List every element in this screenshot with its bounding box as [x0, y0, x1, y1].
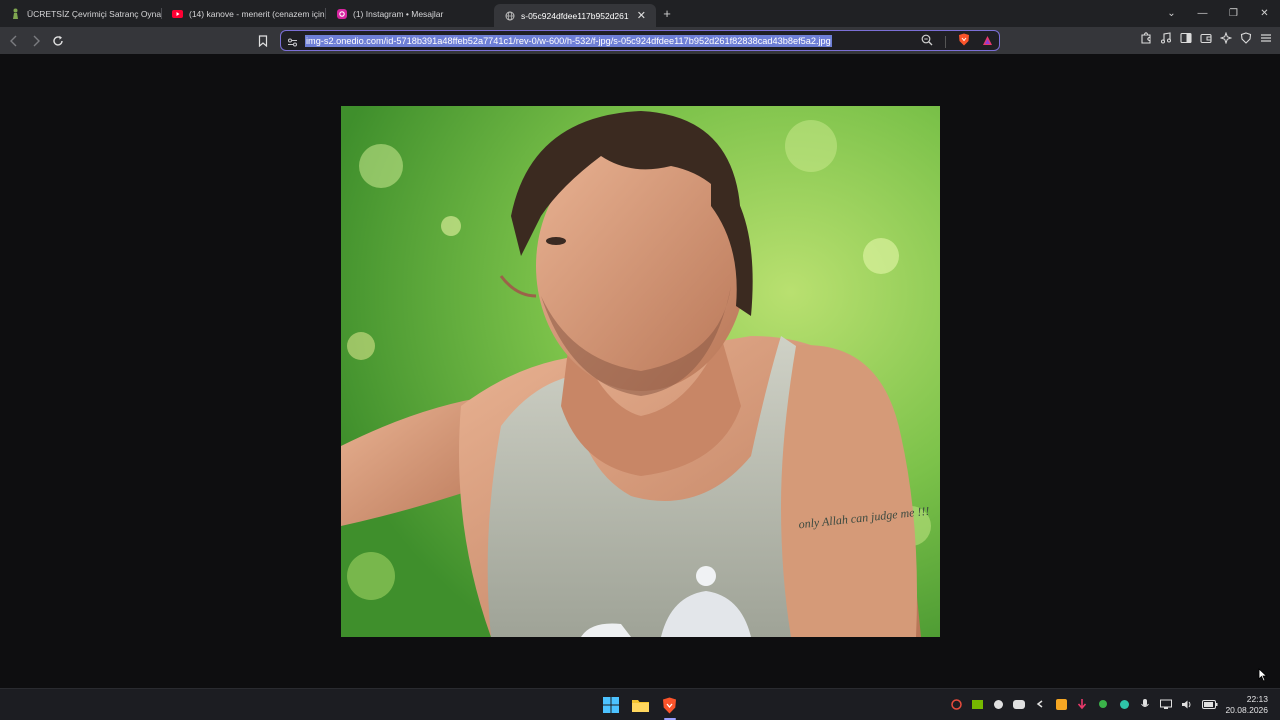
brave-rewards-icon[interactable]	[982, 33, 993, 51]
bookmark-icon[interactable]	[258, 34, 268, 52]
battery-icon[interactable]	[1202, 698, 1218, 710]
restore-icon[interactable]: ❐	[1218, 8, 1249, 19]
download-manager-icon[interactable]	[1076, 698, 1088, 710]
image-viewer: only Allah can judge me !!!	[0, 54, 1280, 688]
defender-icon[interactable]	[1118, 698, 1130, 710]
file-explorer-icon[interactable]	[630, 695, 650, 715]
forward-arrow-icon	[33, 35, 40, 46]
windows-start-icon[interactable]	[601, 695, 621, 715]
system-tray	[950, 698, 1218, 710]
chevron-down-icon[interactable]: ⌄	[1156, 8, 1187, 19]
discord-icon[interactable]	[1013, 698, 1025, 710]
media-music-icon[interactable]	[1160, 32, 1172, 44]
vpn-app-icon[interactable]	[1055, 698, 1067, 710]
extensions-area	[1140, 32, 1272, 44]
address-bar-actions	[921, 33, 993, 51]
extensions-puzzle-icon[interactable]	[1140, 32, 1152, 44]
clock-time: 22:13	[1246, 694, 1268, 704]
brave-shields-icon[interactable]	[958, 33, 970, 51]
vpn-shield-icon[interactable]	[1240, 32, 1252, 44]
divider	[945, 36, 946, 48]
tab-title: ÜCRETSİZ Çevrimiçi Satranç Oynayın	[27, 8, 162, 19]
minimize-icon[interactable]: —	[1187, 8, 1218, 19]
instagram-icon	[336, 8, 347, 19]
mouse-cursor-icon	[1258, 668, 1268, 687]
window-controls: ⌄ — ❐ ✕	[1156, 0, 1280, 27]
brave-browser-icon[interactable]	[659, 695, 679, 715]
tab-title: s-05c924dfdee117b952d261f82838cad43b8ef5…	[521, 10, 629, 21]
url-text[interactable]: img-s2.onedio.com/id-5718b391a48ffeb52a7…	[305, 34, 832, 47]
forward-button[interactable]	[26, 31, 46, 51]
steam-icon[interactable]	[992, 698, 1004, 710]
tab-strip: ÜCRETSİZ Çevrimiçi Satranç Oynayın (14) …	[0, 0, 1280, 27]
site-settings-icon[interactable]	[287, 35, 298, 53]
sidebar-toggle-icon[interactable]	[1180, 32, 1192, 44]
address-bar[interactable]: img-s2.onedio.com/id-5718b391a48ffeb52a7…	[280, 30, 1000, 51]
system-clock[interactable]: 22:13 20.08.2026	[1225, 694, 1268, 716]
tab-title: (1) Instagram • Mesajlar	[353, 8, 444, 19]
network-icon[interactable]	[1160, 698, 1172, 710]
wallet-icon[interactable]	[1200, 32, 1212, 44]
back-button[interactable]	[4, 31, 24, 51]
volume-icon[interactable]	[1181, 698, 1193, 710]
tab-youtube[interactable]: (14) kanove - menerit (cenazem için ...	[162, 0, 326, 27]
close-tab-icon[interactable]: ✕	[637, 9, 646, 22]
tab-instagram[interactable]: (1) Instagram • Mesajlar	[326, 0, 494, 27]
leo-ai-icon[interactable]	[1220, 32, 1232, 44]
youtube-icon	[172, 8, 183, 19]
microphone-icon[interactable]	[1139, 698, 1151, 710]
nvidia-icon[interactable]	[971, 698, 983, 710]
close-window-icon[interactable]: ✕	[1249, 8, 1280, 19]
chrome-remote-icon[interactable]	[950, 698, 962, 710]
portrait-photo: only Allah can judge me !!!	[341, 106, 940, 637]
reload-icon	[53, 35, 63, 46]
zoom-icon[interactable]	[921, 33, 933, 51]
taskbar: 22:13 20.08.2026	[0, 688, 1280, 720]
shield-app-icon[interactable]	[1097, 698, 1109, 710]
back-arrow-icon	[10, 35, 17, 46]
menu-icon[interactable]	[1260, 32, 1272, 44]
tab-image-active[interactable]: s-05c924dfdee117b952d261f82838cad43b8ef5…	[494, 4, 656, 27]
tab-chess[interactable]: ÜCRETSİZ Çevrimiçi Satranç Oynayın	[0, 0, 162, 27]
shazam-icon[interactable]	[1034, 698, 1046, 710]
photo[interactable]: only Allah can judge me !!!	[341, 106, 940, 637]
chess-pawn-icon	[10, 8, 21, 19]
globe-icon	[504, 10, 515, 21]
reload-button[interactable]	[48, 31, 68, 51]
toolbar: img-s2.onedio.com/id-5718b391a48ffeb52a7…	[0, 27, 1280, 54]
clock-date: 20.08.2026	[1225, 705, 1268, 715]
new-tab-button[interactable]: +	[656, 6, 678, 21]
tab-title: (14) kanove - menerit (cenazem için ...	[189, 8, 326, 19]
